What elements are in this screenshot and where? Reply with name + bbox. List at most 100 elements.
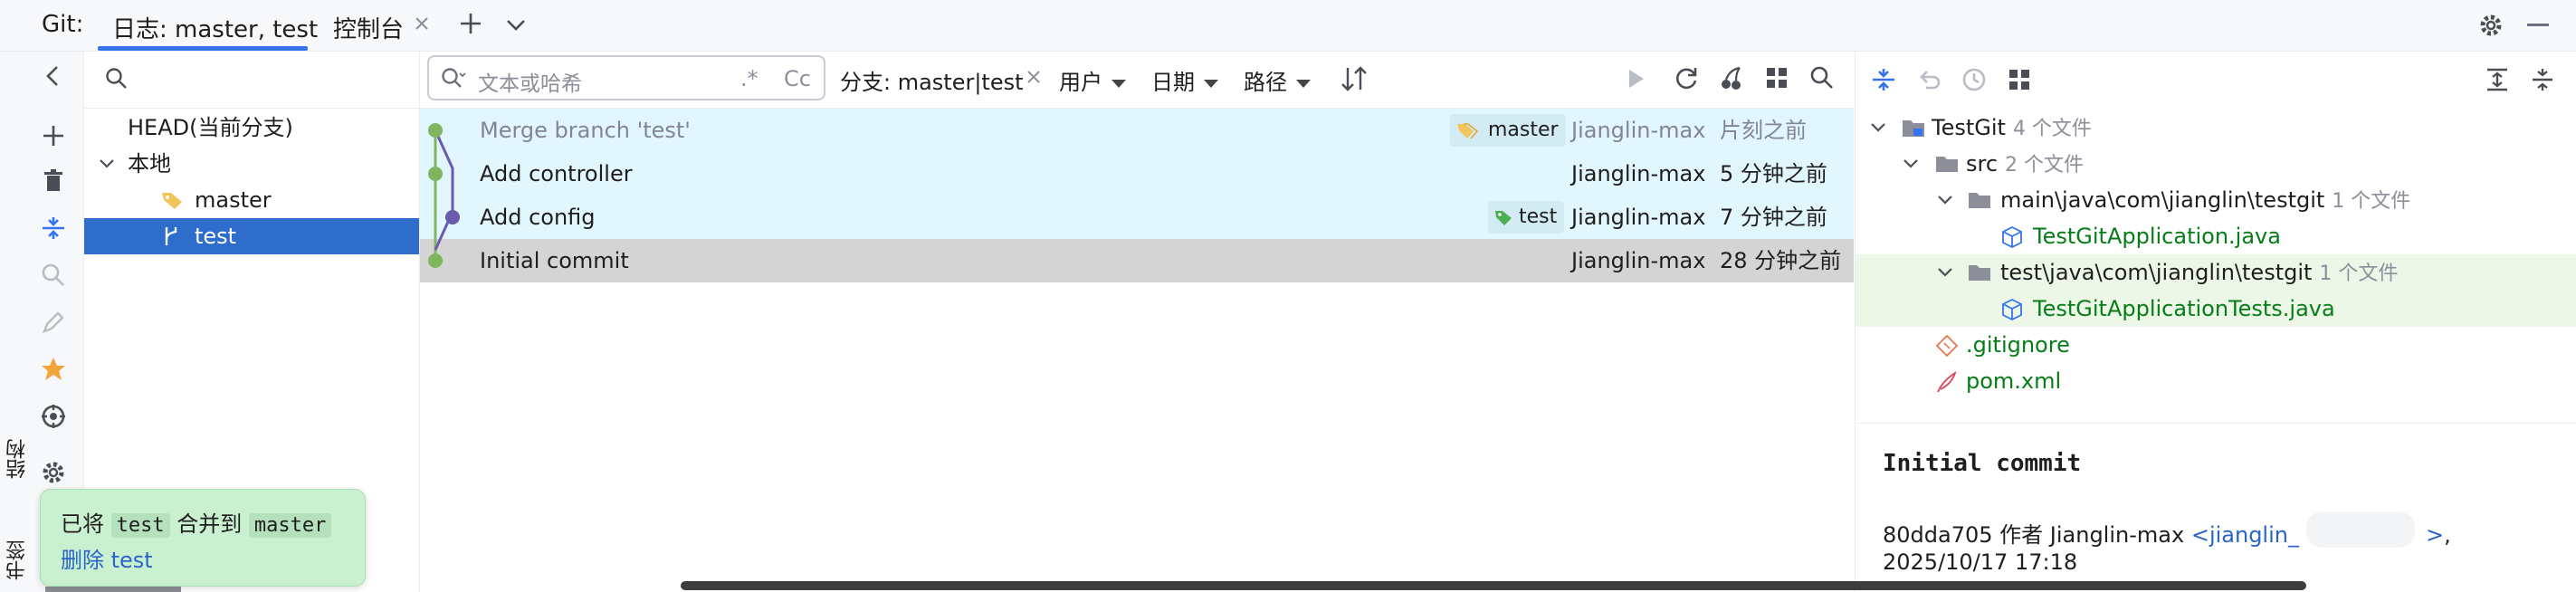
- java-class-icon: [2000, 298, 2024, 321]
- close-icon[interactable]: [413, 14, 431, 33]
- search-icon: [440, 66, 467, 91]
- commit-datetime: 2025/10/17 17:18: [1883, 549, 2078, 575]
- merge-icon[interactable]: [1870, 66, 1897, 93]
- author-email-end[interactable]: >: [2426, 522, 2444, 548]
- src-count: 2 个文件: [2005, 154, 2085, 177]
- branch-item-label: master: [195, 187, 272, 213]
- log-search-placeholder: 文本或哈希: [478, 72, 582, 96]
- revert-icon[interactable]: [1915, 66, 1942, 93]
- chevron-down-icon[interactable]: [503, 13, 529, 38]
- bookmarks-tool-window[interactable]: 书签: [4, 540, 31, 580]
- tab-log[interactable]: 日志: master, test: [98, 0, 318, 51]
- tree-node-src[interactable]: src 2 个文件: [1856, 146, 2576, 182]
- merge-icon[interactable]: [40, 215, 67, 242]
- grid-options-icon[interactable]: [2006, 66, 2033, 93]
- match-case-toggle[interactable]: Cc: [784, 66, 811, 91]
- tree-node-main-file[interactable]: TestGitApplication.java: [1856, 218, 2576, 254]
- log-search-field[interactable]: 文本或哈希 .* Cc: [427, 55, 825, 100]
- branch-head[interactable]: HEAD(当前分支): [84, 110, 419, 146]
- test-dir-name: test\java\com\jianglin\testgit: [2000, 260, 2313, 285]
- date-filter[interactable]: 日期: [1151, 64, 1218, 96]
- log-toolbar: 文本或哈希 .* Cc 分支: master|test 用户 日期 路径: [420, 52, 1854, 109]
- commit-author: Jianglin-max: [1571, 205, 1706, 230]
- commit-hash-author: 80dda705 作者 Jianglin-max: [1883, 522, 2185, 548]
- history-icon[interactable]: [1961, 66, 1988, 93]
- commit-row[interactable]: Merge branch 'test' master Jianglin-max …: [420, 109, 1854, 152]
- settings-icon[interactable]: [40, 459, 67, 486]
- tool-window-tab-bar: Git: 日志: master, test 控制台: [0, 0, 2576, 52]
- collapse-all-icon[interactable]: [2529, 66, 2556, 93]
- star-icon[interactable]: [40, 356, 67, 383]
- regex-toggle[interactable]: .*: [740, 66, 758, 91]
- user-filter-label: 用户: [1059, 70, 1102, 95]
- branch-item-test[interactable]: test: [84, 218, 419, 254]
- add-tab-icon[interactable]: [458, 11, 483, 36]
- compass-icon[interactable]: [40, 403, 67, 430]
- tree-node-gitignore[interactable]: .gitignore: [1856, 327, 2576, 363]
- branch-item-label: test: [195, 224, 237, 249]
- ref-label-master: master: [1450, 114, 1566, 147]
- refresh-icon[interactable]: [1673, 64, 1700, 91]
- tree-node-test-dir[interactable]: test\java\com\jianglin\testgit 1 个文件: [1856, 254, 2576, 291]
- author-email-link[interactable]: <jianglin_: [2191, 522, 2299, 548]
- changes-toolbar: [1856, 52, 2576, 108]
- test-file-name: TestGitApplicationTests.java: [2033, 296, 2335, 321]
- edit-icon[interactable]: [40, 309, 67, 336]
- commit-row[interactable]: Initial commit Jianglin-max 28 分钟之前: [420, 239, 1854, 282]
- commit-message: Merge branch 'test': [480, 118, 691, 143]
- branch-search-field[interactable]: [84, 52, 419, 109]
- user-filter[interactable]: 用户: [1059, 64, 1126, 96]
- chevron-down-icon[interactable]: [97, 146, 117, 182]
- details-divider: [1856, 423, 2576, 424]
- play-icon[interactable]: [1624, 66, 1647, 91]
- commit-meta: 80dda705 作者 Jianglin-max <jianglin_ >,: [1883, 517, 2451, 549]
- branch-item-master[interactable]: master: [84, 182, 419, 218]
- path-filter[interactable]: 路径: [1244, 64, 1311, 96]
- maven-feather-icon: [1935, 370, 1959, 394]
- branch-filter[interactable]: 分支: master|test: [840, 64, 1024, 96]
- bottom-tab-strip: [45, 587, 181, 592]
- gear-icon[interactable]: [2476, 11, 2505, 40]
- tree-node-test-file[interactable]: TestGitApplicationTests.java: [1856, 291, 2576, 327]
- tree-node-main-dir[interactable]: main\java\com\jianglin\testgit 1 个文件: [1856, 182, 2576, 218]
- structure-tool-window[interactable]: 结构: [4, 439, 31, 479]
- expand-all-icon[interactable]: [2484, 66, 2511, 93]
- cherry-pick-icon[interactable]: [1718, 64, 1745, 91]
- tree-node-label: TestGit 4 个文件: [1932, 110, 2092, 148]
- notify-prefix: 已将: [61, 511, 104, 537]
- commit-date: 5 分钟之前: [1720, 161, 1827, 186]
- branch-filter-label: 分支: master|test: [840, 70, 1024, 95]
- meta-comma: ,: [2444, 522, 2451, 548]
- sort-icon[interactable]: [1340, 64, 1369, 93]
- chevron-down-icon[interactable]: [1935, 254, 1955, 291]
- commit-graph: [428, 123, 460, 268]
- src-name: src: [1966, 151, 1999, 177]
- chevron-down-icon[interactable]: [1901, 146, 1921, 182]
- delete-branch-link[interactable]: 删除 test: [61, 542, 153, 574]
- tree-node-root[interactable]: TestGit 4 个文件: [1856, 110, 2576, 146]
- branch-group-local[interactable]: 本地: [84, 146, 419, 182]
- chevron-down-icon[interactable]: [1868, 110, 1888, 146]
- ref-label-text: master: [1488, 119, 1559, 141]
- tree-node-label: main\java\com\jianglin\testgit 1 个文件: [2000, 182, 2410, 220]
- new-branch-icon[interactable]: [40, 122, 67, 149]
- search-icon[interactable]: [1808, 64, 1836, 91]
- tree-node-label: src 2 个文件: [1966, 146, 2084, 184]
- horizontal-scrollbar[interactable]: [681, 581, 2306, 590]
- search-icon[interactable]: [40, 262, 67, 289]
- test-dir-count: 1 个文件: [2319, 263, 2399, 285]
- tab-console[interactable]: 控制台: [333, 11, 404, 44]
- tree-node-pom[interactable]: pom.xml: [1856, 363, 2576, 399]
- commit-row[interactable]: Add controller Jianglin-max 5 分钟之前: [420, 152, 1854, 196]
- grid-options-icon[interactable]: [1763, 64, 1790, 91]
- commit-row[interactable]: Add config test Jianglin-max 7 分钟之前: [420, 196, 1854, 239]
- notify-branch: test: [110, 513, 170, 538]
- pom-name: pom.xml: [1966, 368, 2062, 394]
- path-filter-label: 路径: [1244, 70, 1287, 95]
- chevron-down-icon[interactable]: [1935, 182, 1955, 218]
- minimize-icon[interactable]: [2527, 24, 2549, 26]
- delete-icon[interactable]: [40, 167, 67, 195]
- collapse-left-icon[interactable]: [40, 62, 67, 90]
- commit-message: Add controller: [480, 161, 633, 186]
- close-icon[interactable]: [1025, 68, 1043, 86]
